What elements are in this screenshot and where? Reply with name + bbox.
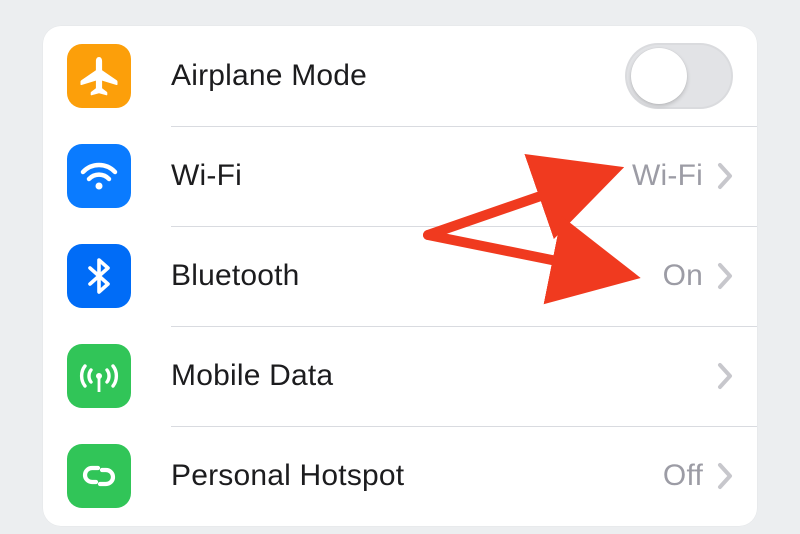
airplane-mode-label: Airplane Mode xyxy=(171,59,625,93)
wifi-icon xyxy=(67,144,131,208)
mobile-data-label: Mobile Data xyxy=(171,359,703,393)
row-personal-hotspot[interactable]: Personal Hotspot Off xyxy=(43,426,757,526)
row-bluetooth[interactable]: Bluetooth On xyxy=(43,226,757,326)
wifi-label: Wi-Fi xyxy=(171,159,632,193)
bluetooth-value: On xyxy=(663,259,703,293)
airplane-mode-toggle[interactable] xyxy=(625,43,733,109)
personal-hotspot-icon xyxy=(67,444,131,508)
bluetooth-icon xyxy=(67,244,131,308)
chevron-right-icon xyxy=(717,362,733,390)
chevron-right-icon xyxy=(717,462,733,490)
row-airplane-mode[interactable]: Airplane Mode xyxy=(43,26,757,126)
mobile-data-icon xyxy=(67,344,131,408)
settings-group: Airplane Mode Wi-Fi Wi-Fi Bluetooth On xyxy=(43,26,757,526)
row-mobile-data[interactable]: Mobile Data xyxy=(43,326,757,426)
chevron-right-icon xyxy=(717,262,733,290)
bluetooth-label: Bluetooth xyxy=(171,259,663,293)
airplane-icon xyxy=(67,44,131,108)
row-wifi[interactable]: Wi-Fi Wi-Fi xyxy=(43,126,757,226)
chevron-right-icon xyxy=(717,162,733,190)
wifi-value: Wi-Fi xyxy=(632,159,703,193)
toggle-knob xyxy=(631,48,687,104)
personal-hotspot-value: Off xyxy=(663,459,703,493)
personal-hotspot-label: Personal Hotspot xyxy=(171,459,663,493)
